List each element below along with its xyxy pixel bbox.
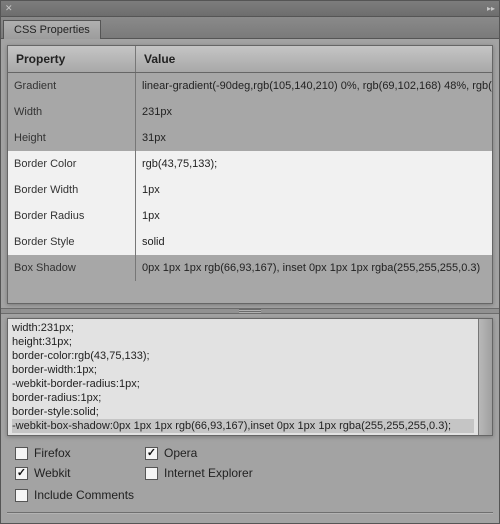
property-name: Width <box>8 99 136 125</box>
property-name: Gradient <box>8 73 136 99</box>
browser-options: Firefox Opera Webkit Internet Explorer <box>7 446 493 480</box>
property-value: solid <box>136 229 492 255</box>
divider <box>7 512 493 514</box>
css-line: width:231px; <box>12 321 474 335</box>
close-icon[interactable]: ✕ <box>5 3 13 14</box>
checkbox-icon <box>145 467 158 480</box>
css-line: height:31px; <box>12 335 474 349</box>
checkbox-label: Webkit <box>34 466 70 480</box>
css-output-text[interactable]: width:231px;height:31px;border-color:rgb… <box>8 319 478 435</box>
css-output-box: width:231px;height:31px;border-color:rgb… <box>7 318 493 436</box>
checkbox-webkit[interactable]: Webkit <box>15 466 145 480</box>
property-name: Border Style <box>8 229 136 255</box>
checkbox-firefox[interactable]: Firefox <box>15 446 145 460</box>
table-row[interactable]: Border Colorrgb(43,75,133); <box>8 151 492 177</box>
tab-css-properties[interactable]: CSS Properties <box>3 20 101 39</box>
checkbox-include-comments[interactable]: Include Comments <box>15 488 485 502</box>
property-value: rgb(43,75,133); <box>136 151 492 177</box>
checkbox-label: Include Comments <box>34 488 134 502</box>
property-name: Border Radius <box>8 203 136 229</box>
panel-header: ✕ ▸▸ <box>1 1 499 17</box>
col-header-value[interactable]: Value <box>136 46 492 72</box>
css-line: border-width:1px; <box>12 363 474 377</box>
checkbox-icon <box>15 467 28 480</box>
include-comments-row: Include Comments <box>7 488 493 502</box>
checkbox-icon <box>15 447 28 460</box>
checkbox-opera[interactable]: Opera <box>145 446 345 460</box>
table-row[interactable]: Height31px <box>8 125 492 151</box>
property-name: Height <box>8 125 136 151</box>
expand-icon[interactable]: ▸▸ <box>487 4 495 13</box>
css-line: border-radius:1px; <box>12 391 474 405</box>
property-value: 0px 1px 1px rgb(66,93,167), inset 0px 1p… <box>136 255 492 281</box>
table-row[interactable]: Border Width1px <box>8 177 492 203</box>
col-header-property[interactable]: Property <box>8 46 136 72</box>
table-header-row: Property Value <box>8 46 492 73</box>
property-value: 1px <box>136 177 492 203</box>
properties-table: Property Value Gradientlinear-gradient(-… <box>7 45 493 304</box>
css-properties-panel: ✕ ▸▸ CSS Properties Property Value Gradi… <box>0 0 500 524</box>
resize-handle[interactable] <box>1 308 499 314</box>
property-name: Border Color <box>8 151 136 177</box>
checkbox-ie[interactable]: Internet Explorer <box>145 466 345 480</box>
property-name: Box Shadow <box>8 255 136 281</box>
checkbox-label: Internet Explorer <box>164 466 253 480</box>
property-value: 1px <box>136 203 492 229</box>
css-line: border-style:solid; <box>12 405 474 419</box>
table-row[interactable]: Border Stylesolid <box>8 229 492 255</box>
checkbox-icon <box>15 489 28 502</box>
checkbox-label: Firefox <box>34 446 71 460</box>
css-line: -webkit-border-radius:1px; <box>12 377 474 391</box>
tab-bar: CSS Properties <box>1 17 499 39</box>
scrollbar[interactable] <box>478 319 492 435</box>
css-line: border-color:rgb(43,75,133); <box>12 349 474 363</box>
css-line: -webkit-box-shadow:0px 1px 1px rgb(66,93… <box>12 419 474 433</box>
property-value: 31px <box>136 125 492 151</box>
property-value: linear-gradient(-90deg,rgb(105,140,210) … <box>136 73 492 99</box>
property-name: Border Width <box>8 177 136 203</box>
table-row[interactable]: Border Radius1px <box>8 203 492 229</box>
table-row[interactable]: Box Shadow0px 1px 1px rgb(66,93,167), in… <box>8 255 492 281</box>
checkbox-icon <box>145 447 158 460</box>
table-row[interactable]: Gradientlinear-gradient(-90deg,rgb(105,1… <box>8 73 492 99</box>
checkbox-label: Opera <box>164 446 197 460</box>
property-value: 231px <box>136 99 492 125</box>
panel-content: Property Value Gradientlinear-gradient(-… <box>1 39 499 523</box>
table-row[interactable]: Width231px <box>8 99 492 125</box>
